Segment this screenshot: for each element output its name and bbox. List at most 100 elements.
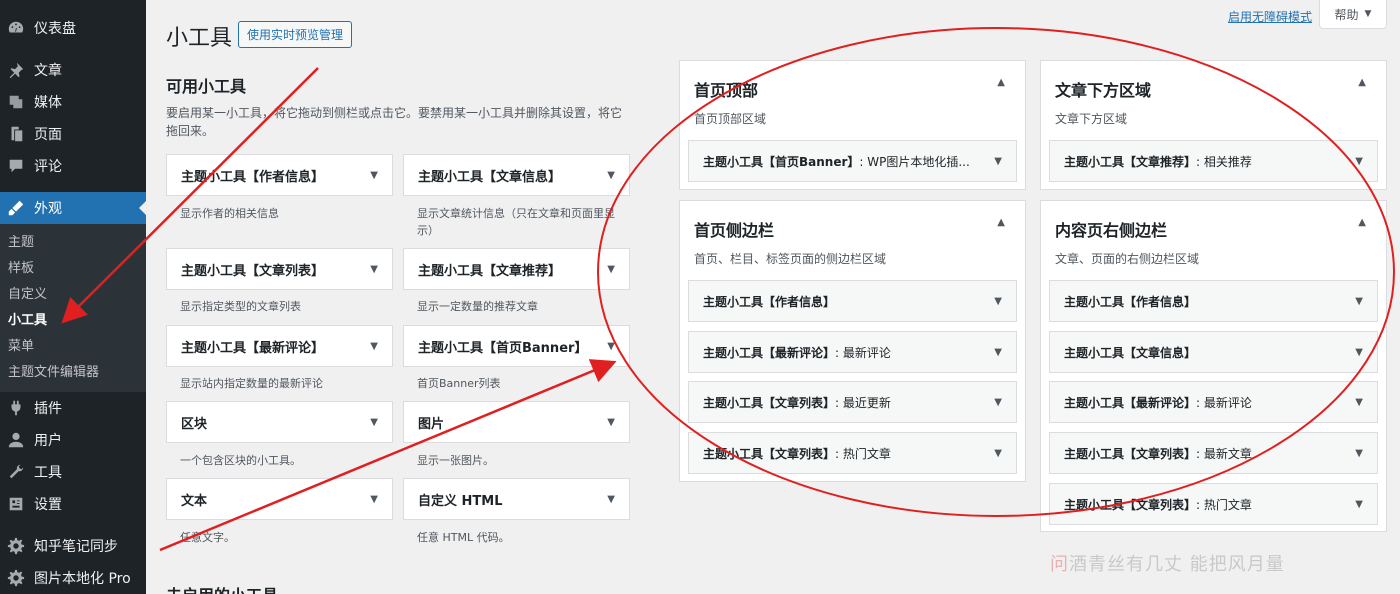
menu-media[interactable]: 媒体 bbox=[0, 86, 146, 118]
available-widget-author-info[interactable]: 主题小工具【作者信息】 ▼ bbox=[166, 154, 393, 196]
caret-down-icon: ▼ bbox=[607, 340, 615, 352]
available-widget-block[interactable]: 区块 ▼ bbox=[166, 401, 393, 443]
caret-down-icon: ▼ bbox=[1355, 295, 1363, 307]
available-widget-custom-html[interactable]: 自定义 HTML ▼ bbox=[403, 478, 630, 520]
user-icon bbox=[6, 430, 26, 450]
widget-title: 主题小工具【文章推荐】 bbox=[1064, 154, 1197, 169]
menu-posts[interactable]: 文章 bbox=[0, 54, 146, 86]
submenu-menus[interactable]: 菜单 bbox=[0, 334, 146, 360]
caret-up-icon[interactable]: ▲ bbox=[1358, 217, 1366, 228]
area-description: 首页顶部区域 bbox=[694, 112, 767, 126]
submenu-widgets[interactable]: 小工具 bbox=[0, 308, 146, 334]
menu-settings[interactable]: 设置 bbox=[0, 488, 146, 520]
area-home-top: 首页顶部 ▲ 首页顶部区域 主题小工具【首页Banner】: WP图片本地化插.… bbox=[679, 60, 1026, 190]
area-widget[interactable]: 主题小工具【作者信息】 ▼ bbox=[688, 280, 1017, 322]
available-widgets-heading: 可用小工具 bbox=[166, 77, 247, 96]
caret-up-icon[interactable]: ▲ bbox=[1358, 77, 1366, 88]
submenu-theme-editor[interactable]: 主题文件编辑器 bbox=[0, 360, 146, 386]
caret-up-icon[interactable]: ▲ bbox=[997, 77, 1005, 88]
area-widget[interactable]: 主题小工具【文章列表】: 热门文章 ▼ bbox=[688, 432, 1017, 474]
widget-description: 显示站内指定数量的最新评论 bbox=[180, 377, 323, 390]
available-widget-home-banner[interactable]: 主题小工具【首页Banner】 ▼ bbox=[403, 325, 630, 367]
menu-comments[interactable]: 评论 bbox=[0, 150, 146, 182]
menu-image-localize[interactable]: 图片本地化 Pro bbox=[0, 562, 146, 594]
available-widget-post-list[interactable]: 主题小工具【文章列表】 ▼ bbox=[166, 248, 393, 290]
inactive-widgets-heading: 未启用的小工具 bbox=[166, 582, 278, 594]
watermark: 问酒青丝有几丈 能把风月量 bbox=[1050, 550, 1285, 576]
area-content-sidebar: 内容页右侧边栏 ▲ 文章、页面的右侧边栏区域 主题小工具【作者信息】 ▼ 主题小… bbox=[1040, 200, 1387, 532]
menu-appearance[interactable]: 外观 bbox=[0, 192, 146, 224]
menu-plugins[interactable]: 插件 bbox=[0, 392, 146, 424]
menu-label: 图片本地化 Pro bbox=[34, 571, 131, 587]
caret-down-icon: ▼ bbox=[1355, 155, 1363, 167]
widget-title: 主题小工具【最新评论】 bbox=[181, 340, 325, 356]
widget-title: 主题小工具【作者信息】 bbox=[1064, 294, 1197, 309]
area-widget[interactable]: 主题小工具【文章信息】 ▼ bbox=[1049, 331, 1378, 373]
plugin-icon bbox=[6, 398, 26, 418]
submenu-patterns[interactable]: 样板 bbox=[0, 256, 146, 282]
caret-down-icon: ▼ bbox=[607, 169, 615, 181]
live-preview-button[interactable]: 使用实时预览管理 bbox=[238, 21, 353, 48]
help-tab-button[interactable]: 帮助 ▼ bbox=[1319, 0, 1387, 29]
area-title: 首页侧边栏 bbox=[694, 221, 775, 240]
caret-down-icon: ▼ bbox=[994, 295, 1002, 307]
area-widget[interactable]: 主题小工具【文章列表】: 最近更新 ▼ bbox=[688, 381, 1017, 423]
menu-label: 页面 bbox=[34, 127, 62, 143]
widget-description: 显示指定类型的文章列表 bbox=[180, 300, 301, 313]
area-widget[interactable]: 主题小工具【首页Banner】: WP图片本地化插... ▼ bbox=[688, 140, 1017, 182]
area-description: 文章、页面的右侧边栏区域 bbox=[1055, 252, 1200, 266]
widget-title: 主题小工具【文章列表】 bbox=[1064, 497, 1197, 512]
area-home-sidebar: 首页侧边栏 ▲ 首页、栏目、标签页面的侧边栏区域 主题小工具【作者信息】 ▼ 主… bbox=[679, 200, 1026, 482]
available-widget-latest-comments[interactable]: 主题小工具【最新评论】 ▼ bbox=[166, 325, 393, 367]
area-widget[interactable]: 主题小工具【最新评论】: 最新评论 ▼ bbox=[688, 331, 1017, 373]
widget-title: 自定义 HTML bbox=[418, 493, 503, 509]
menu-pages[interactable]: 页面 bbox=[0, 118, 146, 150]
menu-zhihu-sync[interactable]: 知乎笔记同步 bbox=[0, 530, 146, 562]
widget-title: 主题小工具【文章列表】 bbox=[703, 446, 836, 461]
area-widget[interactable]: 主题小工具【文章推荐】: 相关推荐 ▼ bbox=[1049, 140, 1378, 182]
menu-label: 设置 bbox=[34, 497, 62, 513]
widget-title: 主题小工具【首页Banner】 bbox=[703, 154, 860, 169]
submenu-themes[interactable]: 主题 bbox=[0, 230, 146, 256]
widget-subtitle: : WP图片本地化插... bbox=[859, 154, 970, 169]
available-widget-recommend[interactable]: 主题小工具【文章推荐】 ▼ bbox=[403, 248, 630, 290]
menu-label: 用户 bbox=[34, 433, 62, 449]
menu-label: 媒体 bbox=[34, 95, 62, 111]
caret-down-icon: ▼ bbox=[994, 346, 1002, 358]
available-widget-post-info[interactable]: 主题小工具【文章信息】 ▼ bbox=[403, 154, 630, 196]
widget-description: 首页Banner列表 bbox=[417, 377, 501, 390]
area-widget[interactable]: 主题小工具【文章列表】: 最新文章 ▼ bbox=[1049, 432, 1378, 474]
caret-down-icon: ▼ bbox=[370, 493, 378, 505]
caret-down-icon: ▼ bbox=[994, 447, 1002, 459]
caret-down-icon: ▼ bbox=[370, 340, 378, 352]
admin-sidebar: 仪表盘 文章 媒体 页面 评论 外观 主题 样板 自定义 小工具 菜单 主题文件… bbox=[0, 0, 146, 594]
page-title: 小工具 bbox=[166, 26, 233, 51]
caret-down-icon: ▼ bbox=[370, 263, 378, 275]
area-widget[interactable]: 主题小工具【最新评论】: 最新评论 ▼ bbox=[1049, 381, 1378, 423]
submenu-customize[interactable]: 自定义 bbox=[0, 282, 146, 308]
enable-accessibility-link[interactable]: 启用无障碍模式 bbox=[1228, 8, 1312, 25]
available-widget-image[interactable]: 图片 ▼ bbox=[403, 401, 630, 443]
widget-title: 图片 bbox=[418, 416, 445, 432]
caret-down-icon: ▼ bbox=[1355, 498, 1363, 510]
widget-title: 主题小工具【文章列表】 bbox=[1064, 446, 1197, 461]
menu-users[interactable]: 用户 bbox=[0, 424, 146, 456]
widget-subtitle: : 热门文章 bbox=[1196, 497, 1252, 512]
caret-up-icon[interactable]: ▲ bbox=[997, 217, 1005, 228]
available-widget-text[interactable]: 文本 ▼ bbox=[166, 478, 393, 520]
caret-down-icon: ▼ bbox=[370, 169, 378, 181]
menu-dashboard[interactable]: 仪表盘 bbox=[0, 12, 146, 44]
area-widget[interactable]: 主题小工具【文章列表】: 热门文章 ▼ bbox=[1049, 483, 1378, 525]
help-label: 帮助 bbox=[1334, 7, 1359, 22]
menu-label: 外观 bbox=[34, 201, 62, 217]
menu-tools[interactable]: 工具 bbox=[0, 456, 146, 488]
caret-down-icon: ▼ bbox=[994, 155, 1002, 167]
widget-title: 主题小工具【文章列表】 bbox=[703, 395, 836, 410]
area-title: 文章下方区域 bbox=[1055, 81, 1152, 100]
appearance-icon bbox=[6, 198, 26, 218]
widget-title: 文本 bbox=[181, 493, 208, 509]
menu-label: 文章 bbox=[34, 63, 62, 79]
menu-label: 评论 bbox=[34, 159, 62, 175]
menu-label: 知乎笔记同步 bbox=[34, 539, 118, 555]
area-widget[interactable]: 主题小工具【作者信息】 ▼ bbox=[1049, 280, 1378, 322]
